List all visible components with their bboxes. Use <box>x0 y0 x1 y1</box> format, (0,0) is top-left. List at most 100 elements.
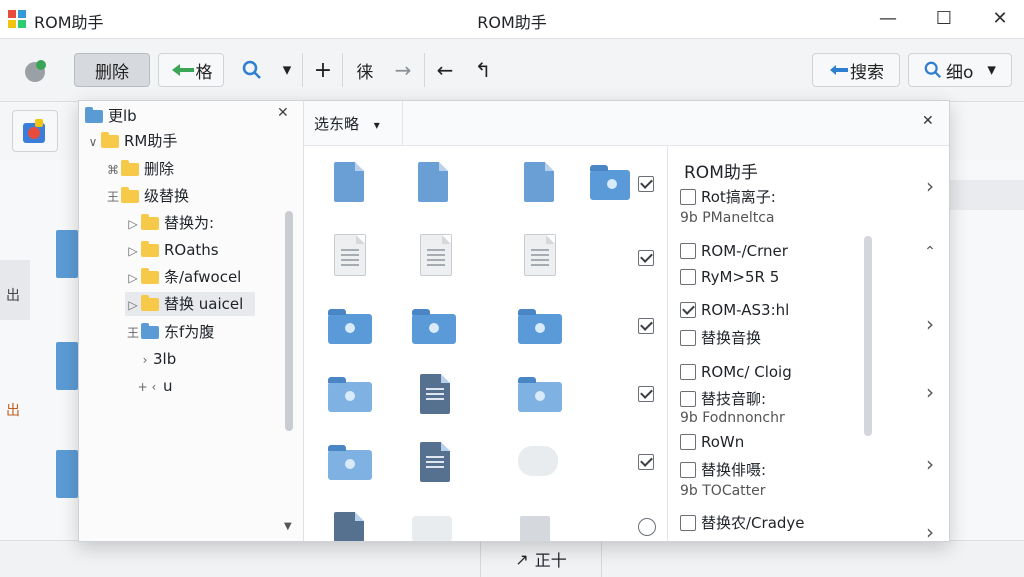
status-button[interactable]: ↗ 正十 <box>480 541 602 577</box>
file-item[interactable] <box>524 234 556 276</box>
file-item[interactable] <box>518 446 558 476</box>
close-button[interactable]: ✕ <box>980 4 1020 34</box>
expand-icon[interactable]: ⌘ <box>105 158 121 182</box>
file-item[interactable] <box>334 512 364 541</box>
collapse-icon[interactable]: ∨ <box>85 130 101 154</box>
expand-icon[interactable]: ▷ <box>125 293 141 317</box>
expand-icon[interactable]: 王 <box>105 185 121 209</box>
item-checkbox[interactable] <box>638 250 654 266</box>
list-item[interactable]: ROM-/Crner <box>680 242 788 260</box>
scroll-down-icon[interactable]: ▼ <box>284 521 292 532</box>
file-item[interactable] <box>334 234 366 276</box>
app-menu-button[interactable] <box>18 53 54 87</box>
item-checkbox-checked[interactable] <box>680 302 696 318</box>
filter-dropdown[interactable]: 选东略 ▾ <box>314 113 380 134</box>
chevron-up-icon[interactable]: ⌃ <box>910 244 949 260</box>
file-item[interactable] <box>420 442 450 482</box>
expand-icon[interactable]: ▷ <box>125 266 141 290</box>
file-item[interactable] <box>418 162 448 202</box>
list-item-detail: 9b TOCatter <box>680 483 766 499</box>
item-checkbox[interactable] <box>680 189 696 205</box>
minimize-button[interactable]: — <box>868 4 908 34</box>
tree-item[interactable]: ⌘ 删除 <box>105 157 174 181</box>
add-button[interactable]: + <box>308 53 338 87</box>
item-checkbox[interactable] <box>680 330 696 346</box>
item-checkbox[interactable] <box>638 318 654 334</box>
previous-button[interactable]: ← <box>430 53 460 87</box>
folder-icon <box>85 107 103 123</box>
file-item[interactable] <box>590 165 630 200</box>
file-item[interactable] <box>518 309 562 344</box>
item-checkbox[interactable] <box>680 243 696 259</box>
file-item[interactable] <box>328 445 372 480</box>
item-checkbox[interactable] <box>680 434 696 450</box>
back-button[interactable]: 格 <box>158 53 224 87</box>
tree-item[interactable]: 王 级替换 <box>105 184 189 208</box>
list-item[interactable]: RoWn <box>680 433 744 451</box>
maximize-button[interactable]: ☐ <box>924 4 964 34</box>
list-item[interactable]: RyM>5R 5 <box>680 268 779 286</box>
item-checkbox[interactable] <box>680 391 696 407</box>
chevron-right-icon[interactable]: › <box>910 312 949 336</box>
chevron-right-icon[interactable]: › <box>910 520 949 541</box>
list-item[interactable]: 替换农/Cradye <box>680 512 805 533</box>
file-item[interactable] <box>412 516 452 541</box>
item-checkbox[interactable] <box>680 364 696 380</box>
list-item[interactable]: 替换俳嗫: <box>680 459 766 480</box>
app-title-left: ROM助手 <box>34 13 104 32</box>
search-button[interactable]: 搜索 <box>812 53 900 87</box>
tree-item[interactable]: 王 东f为腹 <box>125 320 214 344</box>
convert-button[interactable]: 徕 <box>348 53 382 87</box>
file-item[interactable] <box>334 162 364 202</box>
search-dropdown-button[interactable]: ▾ <box>274 53 300 87</box>
tree-item[interactable]: ▷ 替换为: <box>125 211 214 235</box>
forward-button[interactable]: → <box>388 53 418 87</box>
list-item[interactable]: Rot搞离子: <box>680 186 776 207</box>
chevron-right-icon[interactable]: › <box>910 174 949 198</box>
tree-item[interactable]: ∨ RM助手 <box>85 129 177 153</box>
package-button[interactable] <box>12 110 58 152</box>
list-item[interactable]: ROMc/ Cloig <box>680 363 792 381</box>
search-tool-button[interactable] <box>232 53 272 87</box>
item-checkbox[interactable] <box>638 454 654 470</box>
list-item[interactable]: 替技音聊: <box>680 388 766 409</box>
chevron-right-icon[interactable]: › <box>910 380 949 404</box>
view-detail-dropdown[interactable]: 细o ▾ <box>908 53 1012 87</box>
item-checkbox[interactable] <box>680 269 696 285</box>
item-checkbox[interactable] <box>680 462 696 478</box>
chevron-right-icon[interactable]: › <box>910 452 949 476</box>
tree-scrollbar[interactable] <box>285 211 293 431</box>
file-item[interactable] <box>520 516 550 541</box>
tree-item[interactable]: + ‹ u <box>131 374 173 398</box>
expand-icon[interactable]: 王 <box>125 321 141 345</box>
undo-button[interactable]: ↰ <box>468 53 498 87</box>
more-icon[interactable] <box>638 518 656 536</box>
list-scrollbar[interactable] <box>864 236 872 436</box>
file-item[interactable] <box>328 377 372 412</box>
tree-item[interactable]: ▷ ROaths <box>125 238 219 262</box>
tree-item[interactable]: ▷ 条/afwocel <box>125 265 241 289</box>
header-divider <box>402 101 403 145</box>
list-item[interactable]: ROM-AS3:hl <box>680 301 789 319</box>
item-checkbox[interactable] <box>680 515 696 531</box>
chevron-right-icon[interactable]: › <box>137 348 153 372</box>
list-item[interactable]: 替换音换 <box>680 327 761 348</box>
file-item[interactable] <box>420 374 450 414</box>
file-item[interactable] <box>518 377 562 412</box>
pane-close-button[interactable]: ✕ <box>922 113 934 129</box>
delete-button[interactable]: 删除 <box>74 53 150 87</box>
add-icon[interactable]: + ‹ <box>131 375 163 399</box>
file-item[interactable] <box>524 162 554 202</box>
file-item[interactable] <box>328 309 372 344</box>
item-checkbox[interactable] <box>638 386 654 402</box>
tree-header[interactable]: 更lb <box>85 104 137 128</box>
file-item[interactable] <box>412 309 456 344</box>
tree-item-selected[interactable]: ▷ 替换 uaicel <box>125 292 255 316</box>
tree-close-button[interactable]: ✕ <box>277 105 289 121</box>
file-item[interactable] <box>420 234 452 276</box>
toolbar-divider <box>302 53 303 87</box>
expand-icon[interactable]: ▷ <box>125 212 141 236</box>
tree-item[interactable]: › 3lb <box>137 347 177 372</box>
expand-icon[interactable]: ▷ <box>125 239 141 263</box>
item-checkbox[interactable] <box>638 176 654 192</box>
